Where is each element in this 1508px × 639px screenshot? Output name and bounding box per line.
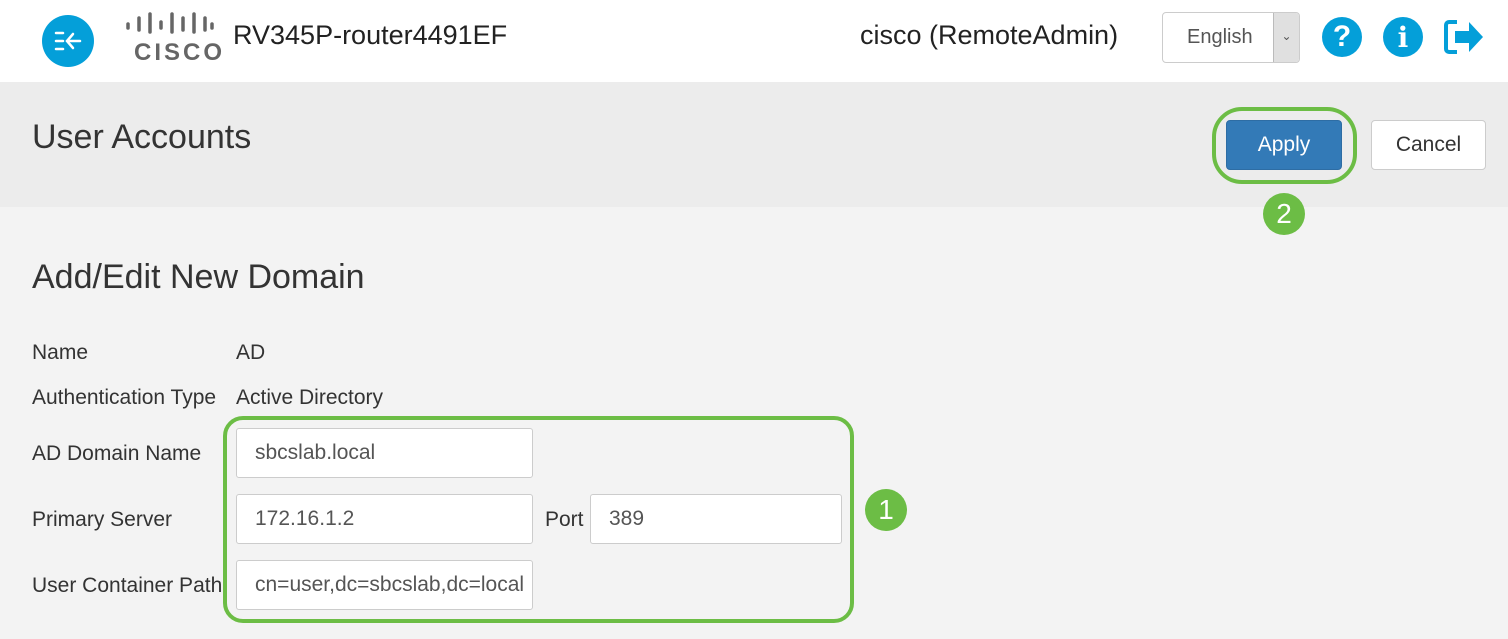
chevron-down-icon: ⌄ <box>1273 13 1299 62</box>
device-name: RV345P-router4491EF <box>233 20 508 50</box>
collapse-menu-button[interactable] <box>42 15 94 67</box>
step-1-badge: 1 <box>865 489 907 531</box>
apply-button[interactable]: Apply <box>1226 120 1342 170</box>
menu-collapse-icon <box>54 31 82 51</box>
help-icon[interactable]: ? <box>1322 17 1362 57</box>
logo-text: cisco <box>134 39 226 66</box>
logout-icon[interactable] <box>1443 18 1485 56</box>
cancel-button[interactable]: Cancel <box>1371 120 1486 170</box>
top-header: cisco RV345P-router4491EF cisco (RemoteA… <box>0 0 1508 82</box>
fields-highlight <box>223 416 854 623</box>
language-select[interactable]: English ⌄ <box>1162 12 1300 63</box>
name-label: Name <box>32 341 89 364</box>
section-title: Add/Edit New Domain <box>32 258 365 296</box>
name-value: AD <box>236 341 266 364</box>
page-title: User Accounts <box>32 118 252 156</box>
user-container-path-label: User Container Path <box>32 574 223 597</box>
language-value: English <box>1187 26 1253 48</box>
page-header-band: User Accounts Apply Cancel <box>0 82 1508 207</box>
auth-type-label: Authentication Type <box>32 386 217 409</box>
cisco-logo: cisco <box>124 12 222 66</box>
info-icon[interactable]: i <box>1383 17 1423 57</box>
ad-domain-label: AD Domain Name <box>32 442 202 465</box>
step-2-badge: 2 <box>1263 193 1305 235</box>
auth-type-value: Active Directory <box>236 386 384 409</box>
user-name: cisco (RemoteAdmin) <box>860 20 1119 50</box>
primary-server-label: Primary Server <box>32 508 173 531</box>
